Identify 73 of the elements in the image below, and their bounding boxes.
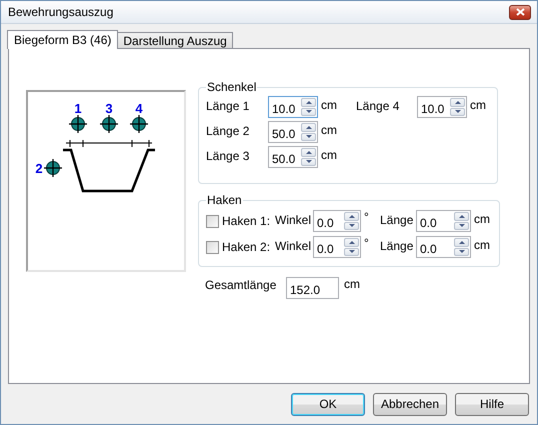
field-label: Länge 4 [356, 98, 400, 113]
unit-label: ° [363, 210, 370, 224]
spin-down-button[interactable] [301, 132, 316, 141]
field-label: Länge 2 [206, 123, 250, 138]
spin-box[interactable]: 50.0 [268, 121, 318, 143]
spin-up-button[interactable] [454, 238, 469, 246]
input-field[interactable]: 152.0 [286, 277, 339, 299]
position-number: 3 [105, 101, 113, 116]
spin-down-button[interactable] [344, 248, 359, 256]
spin-up-button[interactable] [344, 238, 359, 246]
spin-up-button[interactable] [344, 212, 359, 220]
field-label: Gesamtlänge [205, 277, 278, 292]
checkbox[interactable] [206, 240, 219, 254]
field-label: Länge 1 [206, 98, 250, 113]
group-title: Schenkel [206, 80, 258, 94]
checkbox-label: Haken 2: [222, 240, 270, 254]
spin-up-button[interactable] [301, 98, 316, 106]
input-field[interactable]: 0.0 [315, 212, 344, 230]
bar-position-icon [129, 114, 149, 134]
spin-box[interactable]: 0.0 [313, 236, 361, 258]
bar-position-icon [43, 158, 63, 178]
dialog-button[interactable]: Abbrechen [373, 392, 447, 416]
spin-up-button[interactable] [301, 148, 316, 156]
tab[interactable]: Biegeform B3 (46) [7, 30, 118, 49]
input-field[interactable]: 50.0 [270, 123, 301, 141]
unit-label: cm [343, 277, 360, 291]
input-field[interactable]: 10.0 [270, 98, 301, 116]
checkbox[interactable] [206, 214, 219, 228]
input-field[interactable]: 0.0 [315, 238, 344, 256]
unit-label: cm [473, 237, 491, 252]
spin-up-button[interactable] [450, 98, 465, 106]
position-number: 2 [35, 161, 43, 176]
tab[interactable]: Darstellung Auszug [117, 32, 233, 48]
unit-label: cm [320, 122, 338, 137]
position-number: 4 [135, 101, 143, 116]
dialog-button[interactable]: Hilfe [455, 392, 529, 416]
unit-label: cm [469, 97, 487, 112]
spin-box[interactable]: 0.0 [416, 210, 471, 232]
group-title: Haken [206, 193, 243, 207]
spin-box[interactable]: 50.0 [268, 146, 318, 168]
unit-label: ° [363, 236, 370, 250]
input-field[interactable]: 50.0 [270, 148, 301, 166]
spin-box[interactable]: 10.0 [417, 96, 467, 118]
spin-up-button[interactable] [454, 212, 469, 220]
field-label: Länge 3 [206, 148, 250, 163]
spin-down-button[interactable] [301, 158, 316, 166]
spin-down-button[interactable] [454, 248, 469, 256]
window-title: Bewehrungsauszug [8, 5, 114, 19]
spin-box[interactable]: 10.0 [268, 96, 318, 118]
input-field[interactable]: 0.0 [418, 238, 454, 256]
spin-down-button[interactable] [301, 108, 316, 116]
position-number: 1 [74, 101, 82, 116]
field-label: Länge [380, 212, 414, 227]
spin-down-button[interactable] [454, 222, 469, 230]
unit-label: cm [473, 211, 491, 226]
spin-box[interactable]: 0.0 [416, 236, 471, 258]
unit-label: cm [320, 97, 338, 112]
spin-up-button[interactable] [301, 123, 316, 132]
spin-box[interactable]: 0.0 [313, 210, 361, 232]
spin-down-button[interactable] [450, 108, 465, 116]
bar-position-icon [68, 114, 88, 134]
field-label: Winkel [275, 238, 312, 253]
input-field[interactable]: 0.0 [418, 212, 454, 230]
input-field[interactable]: 10.0 [419, 98, 450, 116]
dialog-button[interactable]: OK [291, 392, 365, 416]
close-icon [516, 8, 524, 16]
spin-down-button[interactable] [344, 222, 359, 230]
checkbox-label: Haken 1: [222, 214, 270, 228]
unit-label: cm [320, 147, 338, 162]
field-label: Winkel [275, 212, 312, 227]
field-label: Länge [380, 238, 414, 253]
close-button[interactable] [509, 4, 531, 20]
bar-position-icon [99, 114, 119, 134]
